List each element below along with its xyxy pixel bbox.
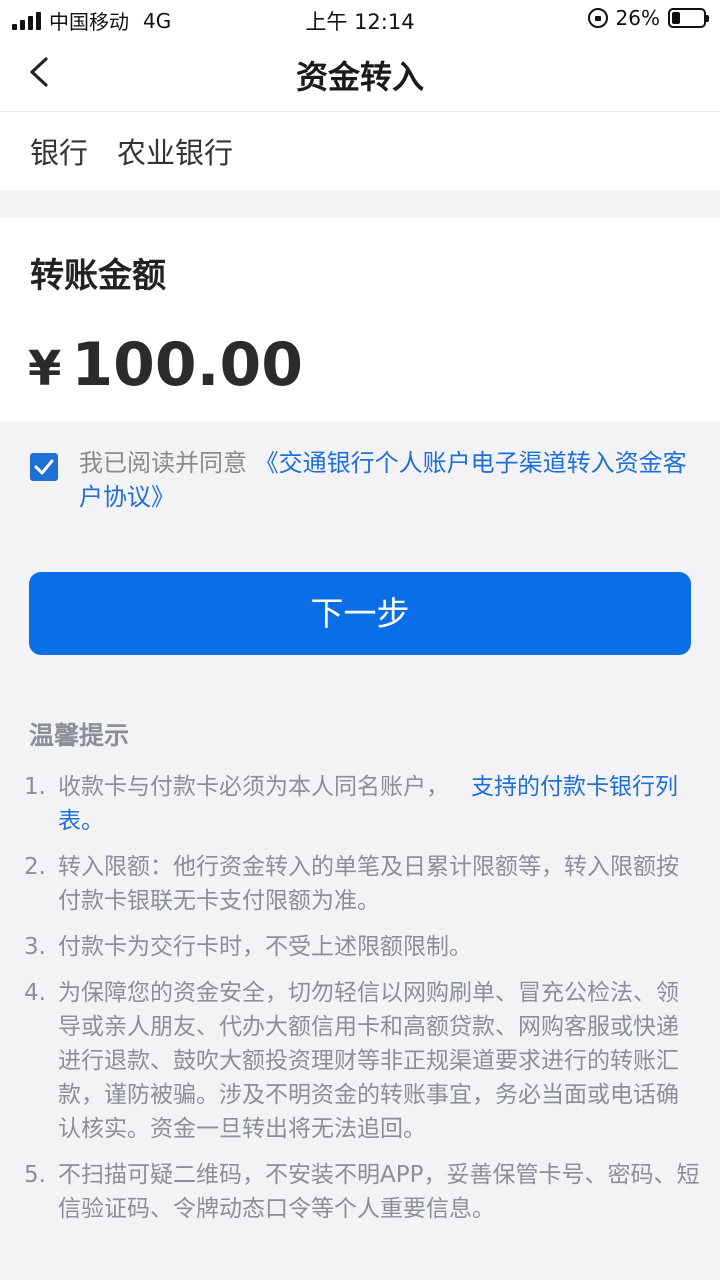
tip-item: 5. 不扫描可疑二维码，不安装不明APP，妥善保管卡号、密码、短信验证码、令牌动…	[24, 1158, 700, 1226]
tip-item: 3. 付款卡为交行卡时，不受上述限额限制。	[24, 930, 700, 964]
amount-display: ¥100.00	[28, 330, 303, 400]
tip-item: 2. 转入限额：他行资金转入的单笔及日累计限额等，转入限额按付款卡银联无卡支付限…	[24, 850, 700, 918]
bank-row: 银行 农业银行	[0, 112, 720, 190]
tip-number: 5.	[24, 1162, 46, 1188]
tip-text: 付款卡为交行卡时，不受上述限额限制。	[58, 934, 472, 960]
agreement-text: 我已阅读并同意 《交通银行个人账户电子渠道转入资金客户协议》	[79, 446, 704, 514]
status-bar-right: 26%	[587, 6, 709, 30]
tip-text: 不扫描可疑二维码，不安装不明APP，妥善保管卡号、密码、短信验证码、令牌动态口令…	[58, 1162, 700, 1222]
rotation-lock-icon	[587, 8, 608, 28]
tip-number: 3.	[24, 934, 46, 960]
amount-card: 转账金额 ¥100.00	[0, 218, 720, 421]
tip-number: 4.	[24, 980, 46, 1006]
tip-text: 转入限额：他行资金转入的单笔及日累计限额等，转入限额按付款卡银联无卡支付限额为准…	[58, 854, 679, 914]
page-title: 资金转入	[295, 58, 424, 96]
bank-label: 银行	[30, 136, 89, 170]
battery-fill	[672, 12, 680, 24]
tips-title: 温馨提示	[29, 721, 130, 750]
amount-value: 100.00	[71, 330, 303, 400]
amount-title: 转账金额	[30, 256, 166, 296]
nav-bar: 资金转入	[0, 36, 720, 112]
checkmark-icon	[34, 459, 54, 475]
status-bar: 中国移动 4G 上午 12:14 26%	[0, 0, 720, 36]
tip-item: 4. 为保障您的资金安全，切勿轻信以网购刷单、冒充公检法、领导或亲人朋友、代办大…	[24, 976, 700, 1146]
next-button[interactable]: 下一步	[29, 572, 691, 655]
tip-item: 1. 收款卡与付款卡必须为本人同名账户， 支持的付款卡银行列表。	[24, 770, 700, 838]
agreement-prefix: 我已阅读并同意	[79, 449, 247, 477]
tips-list: 1. 收款卡与付款卡必须为本人同名账户， 支持的付款卡银行列表。 2. 转入限额：…	[24, 770, 700, 1238]
tip-number: 2.	[24, 854, 46, 880]
tip-text: 为保障您的资金安全，切勿轻信以网购刷单、冒充公检法、领导或亲人朋友、代办大额信用…	[58, 980, 679, 1142]
bank-value: 农业银行	[117, 136, 234, 170]
currency-symbol: ¥	[28, 341, 62, 397]
battery-icon	[668, 8, 709, 28]
tip-text: 收款卡与付款卡必须为本人同名账户，	[58, 774, 449, 800]
tip-number: 1.	[24, 774, 46, 800]
battery-percent: 26%	[615, 6, 660, 30]
agreement-checkbox[interactable]	[30, 453, 58, 481]
